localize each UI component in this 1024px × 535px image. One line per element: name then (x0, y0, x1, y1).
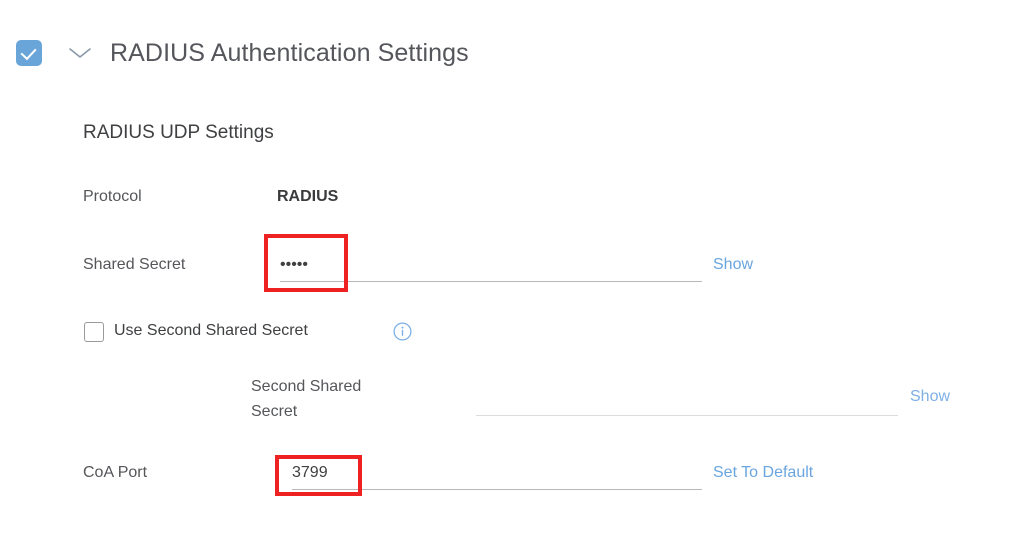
coa-port-set-to-default-link[interactable]: Set To Default (713, 464, 813, 482)
use-second-shared-secret-label: Use Second Shared Secret (114, 322, 308, 339)
subsection-title: RADIUS UDP Settings (83, 122, 274, 143)
protocol-label: Protocol (83, 188, 142, 205)
chevron-down-icon[interactable] (63, 36, 97, 70)
protocol-value: RADIUS (277, 188, 339, 205)
page-title: RADIUS Authentication Settings (110, 38, 469, 67)
shared-secret-show-link[interactable]: Show (713, 256, 753, 274)
second-shared-secret-label-line2: Secret (251, 403, 298, 420)
second-shared-secret-label-line1: Second Shared (251, 378, 362, 395)
second-shared-secret-input[interactable] (476, 387, 898, 416)
coa-port-label: CoA Port (83, 464, 148, 481)
section-enable-checkbox[interactable] (16, 40, 42, 66)
use-second-shared-secret-checkbox[interactable] (84, 322, 104, 342)
coa-port-input[interactable] (292, 461, 702, 490)
shared-secret-input[interactable] (280, 253, 702, 282)
shared-secret-label: Shared Secret (83, 256, 186, 273)
second-shared-secret-show-link[interactable]: Show (910, 388, 950, 406)
info-circle-icon[interactable] (393, 322, 412, 341)
section-header: RADIUS Authentication Settings (0, 28, 469, 78)
second-shared-secret-label: Second Shared Secret (251, 374, 411, 424)
